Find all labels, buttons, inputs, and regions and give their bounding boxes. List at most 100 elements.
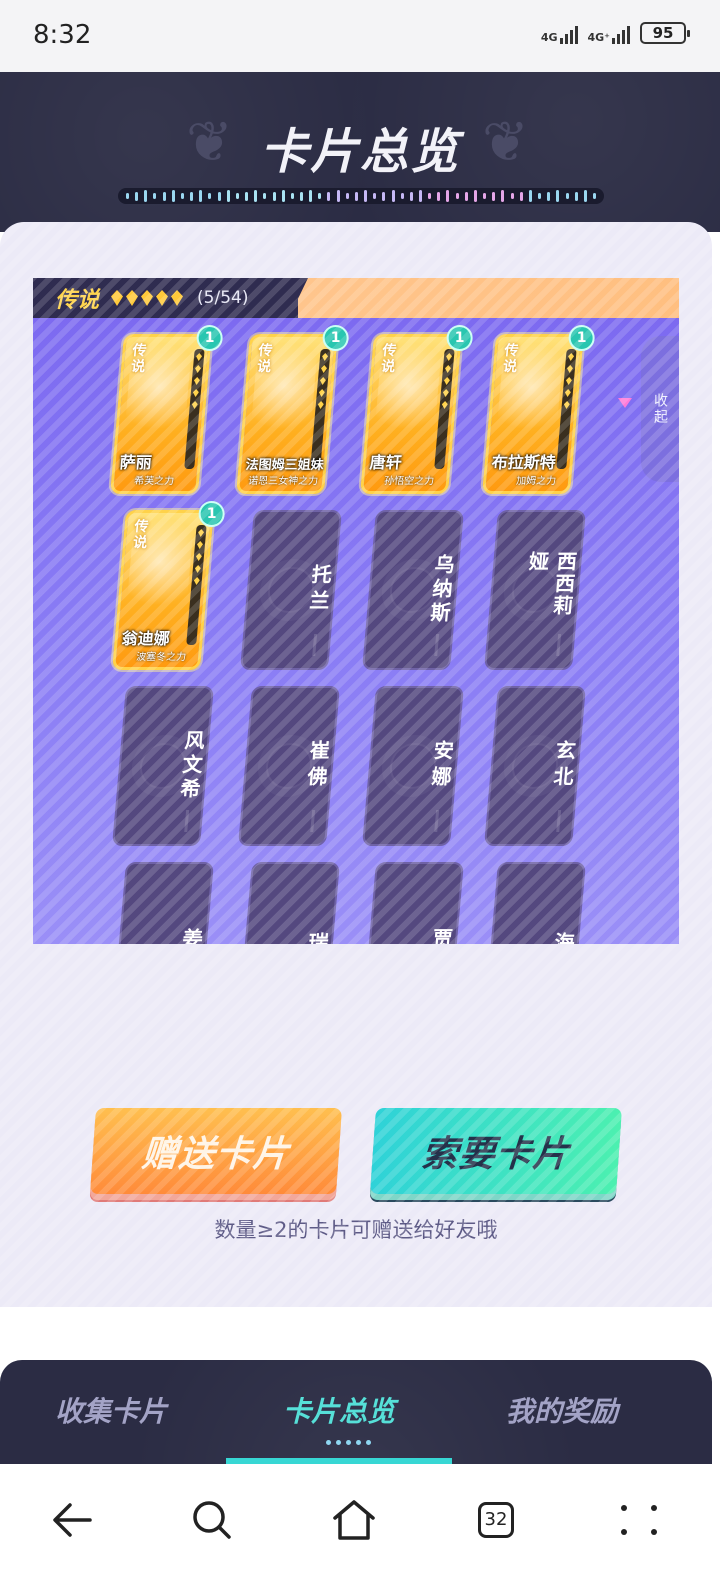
home-icon <box>333 1500 375 1540</box>
page-header: ❦ 卡片总览 ❦ <box>0 72 720 232</box>
strip-dot <box>263 193 267 199</box>
card-locked[interactable]: 崔佛 <box>238 686 340 846</box>
card-rarity-tag: 传说 <box>130 343 148 375</box>
card-name: 贾维 <box>368 928 457 944</box>
card-owned[interactable]: 传说 布拉斯特 加姆之力 1 <box>482 325 595 494</box>
card-locked[interactable]: 乌纳斯 <box>362 510 464 670</box>
card-foot-mark <box>312 634 318 656</box>
card-count-badge: 1 <box>198 501 225 527</box>
decorative-progress-strip <box>118 188 604 204</box>
card-subtitle: 诺恩三女神之力 <box>247 476 319 487</box>
card-foot-mark <box>556 810 562 832</box>
card-owned[interactable]: 传说 唐轩 孙悟空之力 1 <box>360 325 473 494</box>
request-card-button[interactable]: 索要卡片 <box>369 1108 623 1194</box>
strip-dot <box>281 190 285 202</box>
card-foot-mark <box>184 810 190 832</box>
strip-dot <box>354 191 358 201</box>
strip-dot <box>464 191 468 201</box>
card-locked[interactable]: 西西莉娅 <box>484 510 586 670</box>
collapse-label: 收起 <box>652 393 668 425</box>
card-name: 安娜 <box>426 740 456 792</box>
strip-dot <box>528 190 532 202</box>
card-name: 法图姆三姐妹 <box>244 458 325 473</box>
gift-tip-text: 数量≥2的卡片可赠送给好友哦 <box>214 1218 498 1242</box>
strip-dot <box>336 190 340 202</box>
card-rarity-tag: 传说 <box>132 519 150 551</box>
card-name: 玄北 <box>548 740 578 792</box>
strip-dot <box>364 190 368 202</box>
strip-dot <box>171 190 175 202</box>
home-button[interactable] <box>326 1492 382 1548</box>
strip-dot <box>199 190 203 202</box>
collapse-button[interactable]: 收起 <box>641 336 679 482</box>
network-type-label-2: 4G⁺ <box>587 31 611 44</box>
strip-dot <box>245 191 249 201</box>
strip-dot <box>510 193 514 199</box>
search-button[interactable] <box>184 1492 240 1548</box>
tabs-button[interactable]: 32 <box>468 1492 524 1548</box>
card-locked[interactable]: 姜力 <box>112 862 214 944</box>
back-button[interactable] <box>44 1492 100 1548</box>
strip-dot <box>373 193 377 199</box>
card-name: 瑞 <box>304 932 330 944</box>
card-rarity-tag: 传说 <box>256 343 274 375</box>
card-foot-mark <box>434 810 440 832</box>
strip-dot <box>592 193 596 199</box>
browser-nav-bar: 32 <box>0 1464 720 1588</box>
strip-dot <box>226 190 230 202</box>
strip-dot <box>254 190 258 202</box>
gift-card-button[interactable]: 赠送卡片 <box>89 1108 343 1194</box>
card-locked[interactable]: 安娜 <box>362 686 464 846</box>
card-owned[interactable]: 传说 萨丽 希芙之力 1 <box>110 325 223 494</box>
card-locked[interactable]: 玄北 <box>484 686 586 846</box>
strip-dot <box>162 191 166 201</box>
rarity-header-tag: 传说 (5/54) <box>33 278 308 318</box>
strip-dot <box>400 193 404 199</box>
status-time: 8:32 <box>33 20 92 50</box>
card-name: 翁迪娜 <box>120 629 171 648</box>
tab-my-rewards[interactable]: 我的奖励 <box>506 1390 618 1430</box>
status-bar: 8:32 4G 4G⁺ 95 <box>0 0 720 72</box>
card-count-badge: 1 <box>568 325 595 351</box>
tab-collect-cards[interactable]: 收集卡片 <box>55 1390 167 1430</box>
back-arrow-icon <box>53 1503 92 1537</box>
strip-dot <box>153 193 157 199</box>
search-icon <box>193 1501 231 1539</box>
card-name: 风文希 <box>175 730 207 802</box>
strip-dot <box>299 191 303 201</box>
strip-dot <box>327 191 331 201</box>
laurel-right-icon: ❦ <box>482 110 529 175</box>
card-count-badge: 1 <box>196 325 223 351</box>
page-title: 卡片总览 <box>259 124 460 180</box>
card-locked[interactable]: 风文希 <box>112 686 214 846</box>
card-locked[interactable]: 托兰 <box>240 510 342 670</box>
tabs-count-icon: 32 <box>478 1502 514 1538</box>
strip-dot <box>455 193 459 199</box>
strip-dot <box>538 193 542 199</box>
strip-dot <box>345 193 349 199</box>
strip-dot <box>419 190 422 202</box>
strip-dot <box>519 191 523 201</box>
strip-dot <box>217 191 221 201</box>
card-subtitle: 波塞冬之力 <box>135 652 187 663</box>
card-name: 西西莉娅 <box>524 551 579 617</box>
strip-dot <box>446 190 450 202</box>
rarity-section-legendary: 传说 (5/54) 收起 传说 萨丽 希芙之力 1 传说 法图姆三姐妹 诺恩三女… <box>33 278 679 944</box>
strip-dot <box>409 191 413 201</box>
card-locked[interactable]: 贾维 <box>362 862 464 944</box>
card-name: 萨丽 <box>118 453 153 472</box>
card-rarity-tag: 传说 <box>380 343 398 375</box>
card-owned[interactable]: 传说 法图姆三姐妹 诺恩三女神之力 1 <box>236 325 349 494</box>
strip-dot <box>144 190 148 202</box>
card-locked[interactable]: 海 <box>484 862 586 944</box>
card-name: 布拉斯特 <box>490 453 557 472</box>
strip-dot <box>492 191 496 201</box>
card-owned[interactable]: 传说 翁迪娜 波塞冬之力 1 <box>112 501 225 670</box>
card-locked[interactable]: 瑞 <box>238 862 340 944</box>
card-count-badge: 1 <box>446 325 473 351</box>
card-name: 海 <box>550 932 576 944</box>
tab-card-overview[interactable]: 卡片总览 <box>283 1390 395 1430</box>
strip-dot <box>318 193 322 199</box>
strip-dot <box>290 193 294 199</box>
menu-button[interactable] <box>612 1492 668 1548</box>
